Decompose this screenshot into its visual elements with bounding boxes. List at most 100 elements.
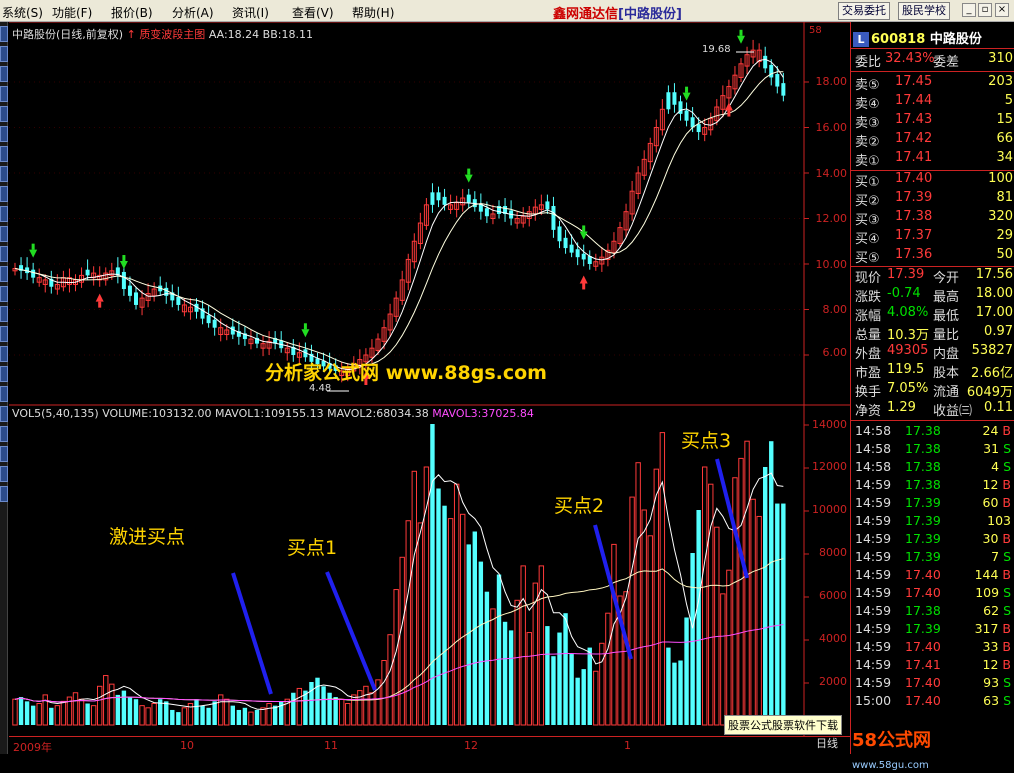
volume-bar [690,553,695,725]
price-tick: 8.00 [822,303,848,316]
toolbar-button[interactable] [0,126,8,142]
minimize-icon[interactable]: _ [962,3,976,17]
footer-ad[interactable]: 股票公式股票软件下载 [724,715,842,735]
vol-tick: 6000 [819,589,847,602]
toolbar-button[interactable] [0,326,8,342]
toolbar-button[interactable] [0,146,8,162]
kline-chart[interactable]: 中路股份(日线,前复权) ↑ 质变波段主图 AA:18.24 BB:18.11 … [9,22,850,754]
candle-body [569,244,574,253]
volume-bar [581,669,586,725]
toolbar-button[interactable] [0,186,8,202]
volume-bar [315,677,320,725]
volume-bar [453,483,460,726]
ask-row[interactable]: 卖② 17.42 66 [853,131,1014,150]
volume-bar [218,694,224,726]
site-logo: 58公式网 www.58gu.com [852,730,932,771]
menu-help[interactable]: 帮助(H) [352,4,394,21]
sell-signal-icon [579,231,588,240]
toolbar-button[interactable] [0,346,8,362]
volume-bar [647,535,653,726]
volume-bar [575,677,580,725]
volume-bar [775,503,780,725]
menu-system[interactable]: 系统(S) [2,4,43,21]
buy-signal-icon [582,283,586,290]
annotation-buy-2: 买点2 [554,495,605,517]
volume-bar [769,441,774,725]
trade-button[interactable]: 交易委托 [838,2,890,20]
toolbar-button[interactable] [0,86,8,102]
candle-body [666,92,671,110]
candle-body [134,292,138,305]
volume-bar [121,690,127,725]
sell-signal-icon [119,261,128,270]
toolbar-button[interactable] [0,106,8,122]
volume-bar [194,699,199,725]
menu-function[interactable]: 功能(F) [52,4,92,21]
toolbar-button[interactable] [0,166,8,182]
vol-tick: 10000 [812,503,847,516]
volume-bar [115,694,121,725]
tick-row: 14:59 17.40 109 S [855,585,1011,600]
sell-signal-icon [303,323,307,330]
candle-body [430,192,435,205]
ask-row[interactable]: 卖④ 17.44 5 [853,93,1014,112]
tick-row: 14:58 17.38 4 S [855,459,1011,474]
menu-analysis[interactable]: 分析(A) [172,4,214,21]
volume-bar [206,707,211,725]
toolbar-button[interactable] [0,26,8,42]
toolbar-button[interactable] [0,226,8,242]
school-button[interactable]: 股民学校 [898,2,950,20]
vol-indicator[interactable]: VOL5(5,40,135) [12,407,99,420]
volume-bar [260,707,266,726]
bid-row[interactable]: 买③ 17.38 320 [853,209,1014,228]
close-icon[interactable]: × [995,3,1009,17]
volume-bar [653,468,659,726]
date-label: 11 [324,739,338,752]
toolbar-button[interactable] [0,466,8,482]
tick-row: 15:00 17.40 63 S [855,693,1011,708]
quote-panel: L 600818 中路股份 委比 32.43% 委差 310 卖⑤ 17.45 203 卖④… [850,22,1014,754]
toolbar-button[interactable] [0,46,8,62]
volume-bar [672,662,677,725]
period-label[interactable]: 日线 [816,735,838,751]
ask-row[interactable]: 卖③ 17.43 15 [853,112,1014,131]
candle-body [575,249,580,258]
mavol3-value: MAVOL3:37025.84 [432,407,534,420]
volume-bar [526,632,532,726]
stat-row: 净资 1.29 收益㈢ 0.11 [855,400,1013,419]
toolbar-button[interactable] [0,66,8,82]
annotation-buy-1: 买点1 [287,537,338,559]
toolbar-button[interactable] [0,246,8,262]
volume-bar [133,699,139,725]
toolbar-button[interactable] [0,206,8,222]
candle-body [563,237,568,249]
volume-bar [151,703,157,726]
toolbar-button[interactable] [0,426,8,442]
toolbar-button[interactable] [0,446,8,462]
toolbar-button[interactable] [0,386,8,402]
toolbar-button[interactable] [0,486,8,502]
toolbar-button[interactable] [0,306,8,322]
bid-row[interactable]: 买② 17.39 81 [853,190,1014,209]
bid-row[interactable]: 买① 17.40 100 [853,171,1014,190]
menu-quote[interactable]: 报价(B) [111,4,153,21]
indicator-name[interactable]: ↑ 质变波段主图 [127,28,206,41]
toolbar-button[interactable] [0,406,8,422]
sell-signal-icon [582,225,586,232]
ask-row[interactable]: 卖⑤ 17.45 203 [853,74,1014,93]
toolbar-button[interactable] [0,266,8,282]
toolbar-button[interactable] [0,286,8,302]
bid-row[interactable]: 买④ 17.37 29 [853,228,1014,247]
candle-body [775,74,780,87]
toolbar-button[interactable] [0,366,8,382]
volume-bar [266,703,272,726]
bid-row[interactable]: 买⑤ 17.36 50 [853,247,1014,266]
sell-signal-icon [682,92,691,101]
menu-info[interactable]: 资讯(I) [232,4,269,21]
ask-row[interactable]: 卖① 17.41 34 [853,150,1014,169]
volume-bar [42,694,48,726]
volume-value: VOLUME:103132.00 [102,407,212,420]
volume-bar [442,505,447,725]
menu-view[interactable]: 查看(V) [292,4,334,21]
restore-icon[interactable]: ▫ [978,3,992,17]
